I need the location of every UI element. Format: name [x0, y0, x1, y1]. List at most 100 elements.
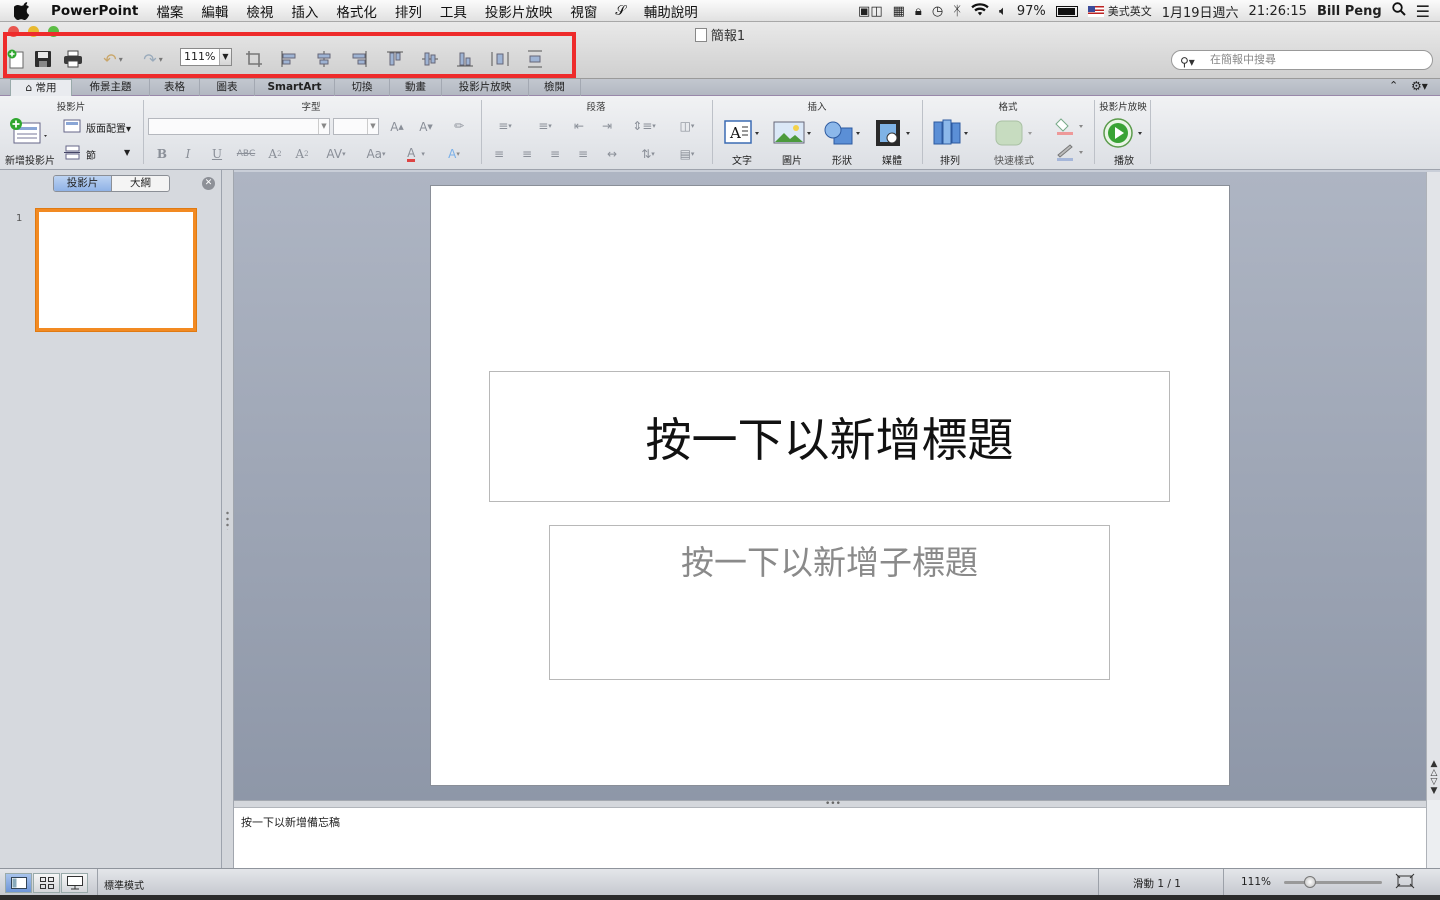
text-box-icon[interactable]: A — [722, 116, 762, 150]
insert-media-label[interactable]: 媒體 — [882, 152, 902, 167]
menu-view[interactable]: 檢視 — [237, 1, 282, 21]
slideshow-view-button[interactable] — [61, 873, 88, 893]
shape-icon[interactable] — [820, 116, 864, 150]
input-flag-icon[interactable] — [1087, 5, 1104, 17]
increase-indent-icon[interactable]: ⇥ — [594, 116, 620, 136]
tab-smartart[interactable]: SmartArt — [255, 79, 335, 96]
close-panel-icon[interactable]: ✕ — [202, 177, 215, 190]
grow-font-icon[interactable]: A ▲ — [386, 118, 408, 135]
bluetooth-icon[interactable]: ᛡ — [953, 4, 961, 19]
section-dropdown-icon[interactable]: ▼ — [124, 148, 130, 157]
clear-formatting-icon[interactable]: ✏ — [448, 116, 470, 136]
time-machine-icon[interactable]: ◷ — [932, 4, 943, 19]
battery-percent[interactable]: 97% — [1017, 4, 1046, 19]
play-label[interactable]: 播放 — [1114, 152, 1134, 167]
decrease-indent-icon[interactable]: ⇤ — [566, 116, 592, 136]
play-icon[interactable] — [1100, 116, 1146, 150]
spotlight-icon[interactable] — [1391, 2, 1406, 20]
font-color-icon[interactable]: A ▾ — [398, 144, 434, 164]
calculator-icon[interactable]: ▦ — [893, 4, 905, 19]
change-case-icon[interactable]: Aa ▾ — [360, 144, 392, 164]
numbering-icon[interactable]: ≡ ▾ — [526, 116, 564, 136]
script-icon[interactable]: 𝒮 — [606, 3, 634, 19]
align-text-right-icon[interactable]: ≡ — [542, 144, 568, 164]
menu-slideshow[interactable]: 投影片放映 — [476, 1, 562, 21]
panel-splitter[interactable] — [222, 170, 234, 868]
notes-scrollbar[interactable] — [1426, 800, 1440, 868]
arrange-icon[interactable] — [928, 116, 972, 150]
ribbon-settings-icon[interactable]: ⚙▾ — [1411, 79, 1428, 93]
wifi-icon[interactable] — [971, 2, 989, 20]
justify-icon[interactable]: ≡ — [570, 144, 596, 164]
bullets-icon[interactable]: ≡ ▾ — [486, 116, 524, 136]
tab-tables[interactable]: 表格 — [150, 79, 200, 96]
text-effects-icon[interactable]: A ▾ — [438, 144, 470, 164]
clock-date[interactable]: 1月19日週六 — [1162, 2, 1239, 21]
volume-icon[interactable]: 🔈︎ — [999, 4, 1007, 19]
quick-styles-label[interactable]: 快速樣式 — [994, 152, 1034, 167]
notes-splitter[interactable]: ••• — [234, 800, 1426, 809]
superscript-icon[interactable]: A2 — [263, 144, 287, 164]
menu-insert[interactable]: 插入 — [282, 1, 327, 21]
layout-label[interactable]: 版面配置▾ — [86, 120, 131, 135]
lock-icon[interactable]: 🔒︎ — [915, 4, 922, 19]
input-method[interactable]: 美式英文 — [1108, 3, 1152, 19]
font-size-dropdown[interactable]: ▼ — [333, 118, 379, 135]
quick-styles-icon[interactable] — [990, 116, 1036, 150]
strikethrough-icon[interactable]: ABC — [232, 144, 260, 164]
display-mirror-icon[interactable]: ▣◫ — [858, 4, 883, 19]
underline-icon[interactable]: U — [205, 144, 229, 164]
media-icon[interactable] — [870, 116, 914, 150]
menu-file[interactable]: 檔案 — [147, 1, 192, 21]
menu-app-name[interactable]: PowerPoint — [42, 3, 147, 19]
tab-charts[interactable]: 圖表 — [200, 79, 255, 96]
notes-pane[interactable]: 按一下以新增備忘稿 — [234, 807, 1426, 868]
arrange-label[interactable]: 排列 — [940, 152, 960, 167]
menu-edit[interactable]: 編輯 — [192, 1, 237, 21]
tab-slides-view[interactable]: 投影片 — [54, 176, 112, 191]
font-family-dropdown[interactable]: ▼ — [148, 118, 330, 135]
menu-window[interactable]: 視窗 — [561, 1, 606, 21]
slide-sorter-button[interactable] — [33, 873, 60, 893]
insert-text-label[interactable]: 文字 — [732, 152, 752, 167]
insert-shape-label[interactable]: 形狀 — [832, 152, 852, 167]
bold-icon[interactable]: B — [150, 144, 174, 164]
section-icon[interactable] — [62, 145, 82, 161]
subtitle-placeholder[interactable]: 按一下以新增子標題 — [549, 525, 1110, 680]
insert-picture-label[interactable]: 圖片 — [782, 152, 802, 167]
menu-tools[interactable]: 工具 — [431, 1, 476, 21]
section-label[interactable]: 節 — [86, 147, 96, 162]
scroll-arrows-icon[interactable]: ▲ △ ▽ ▼ — [1429, 760, 1439, 796]
tab-outline-view[interactable]: 大綱 — [112, 176, 169, 191]
tab-themes[interactable]: 佈景主題 — [72, 79, 150, 96]
tab-transitions[interactable]: 切換 — [335, 79, 390, 96]
battery-icon[interactable] — [1055, 5, 1078, 17]
align-text-center-icon[interactable]: ≡ — [514, 144, 540, 164]
fill-color-icon[interactable] — [1052, 116, 1088, 136]
character-spacing-icon[interactable]: AV ▾ — [320, 144, 352, 164]
clock-time[interactable]: 21:26:15 — [1249, 4, 1307, 19]
menu-arrange[interactable]: 排列 — [386, 1, 431, 21]
tab-home[interactable]: ⌂ 常用 — [10, 79, 72, 97]
vertical-align-icon[interactable]: ▤ ▾ — [670, 144, 704, 164]
zoom-slider-track[interactable] — [1284, 881, 1382, 884]
new-slide-icon[interactable] — [6, 116, 50, 150]
vertical-scrollbar[interactable]: ▲ △ ▽ ▼ — [1426, 172, 1440, 800]
picture-icon[interactable] — [770, 116, 814, 150]
layout-icon[interactable] — [62, 118, 82, 134]
tab-slideshow[interactable]: 投影片放映 — [442, 79, 529, 96]
search-field[interactable]: ⚲▾ 在簡報中搜尋 — [1171, 50, 1433, 70]
collapse-ribbon-icon[interactable]: ⌃ — [1389, 79, 1398, 92]
title-placeholder[interactable]: 按一下以新增標題 — [489, 371, 1170, 502]
shrink-font-icon[interactable]: A ▼ — [414, 118, 438, 135]
apple-icon[interactable] — [14, 1, 32, 20]
italic-icon[interactable]: I — [176, 144, 200, 164]
line-spacing-icon[interactable]: ⇕≡ ▾ — [624, 116, 664, 136]
slide-thumbnail[interactable] — [36, 209, 196, 331]
fit-to-window-icon[interactable] — [1395, 873, 1417, 891]
subscript-icon[interactable]: A2 — [290, 144, 314, 164]
menu-help[interactable]: 輔助說明 — [635, 1, 707, 21]
align-text-left-icon[interactable]: ≡ — [486, 144, 512, 164]
tab-animations[interactable]: 動畫 — [390, 79, 442, 96]
columns-icon[interactable]: ◫ ▾ — [670, 116, 704, 136]
